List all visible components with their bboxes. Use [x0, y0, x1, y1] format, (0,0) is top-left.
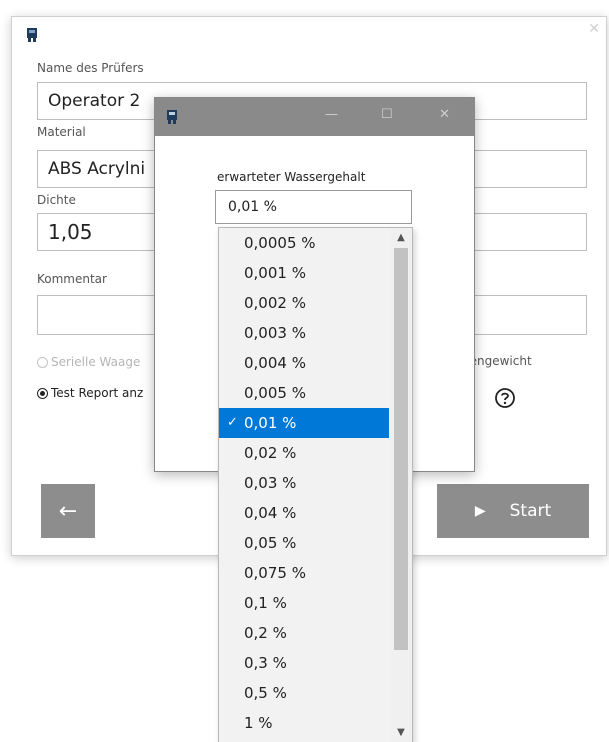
maximize-icon[interactable]: ☐ — [381, 107, 393, 122]
minimize-icon[interactable]: — — [325, 107, 338, 122]
dialog-close-icon[interactable]: ✕ — [439, 107, 450, 122]
dropdown-option[interactable]: 0,004 % — [219, 348, 389, 378]
water-content-dropdown[interactable]: 0,0005 % 0,001 % 0,002 % 0,003 % 0,004 % 0,00… — [218, 227, 413, 742]
help-icon[interactable] — [494, 387, 516, 409]
radio-dot-checked-icon — [37, 387, 48, 399]
dropdown-option[interactable]: 0,005 % — [219, 378, 389, 408]
dropdown-option-label: 0,075 % — [244, 564, 306, 582]
radio-serial-scale[interactable]: Serielle Waage — [37, 355, 140, 369]
dropdown-option-label: 0,01 % — [244, 414, 297, 432]
radio-serial-label: Serielle Waage — [51, 355, 141, 369]
radio-test-report[interactable]: Test Report anz — [37, 386, 143, 400]
scrollbar-thumb[interactable] — [394, 248, 408, 650]
dropdown-option-label: 0,2 % — [244, 624, 287, 642]
dropdown-option-label: 0,1 % — [244, 594, 287, 612]
dropdown-option-label: 0,05 % — [244, 534, 297, 552]
dropdown-option[interactable]: 0,3 % — [219, 648, 389, 678]
scroll-down-icon[interactable]: ▼ — [390, 727, 412, 738]
dropdown-option-label: 0,3 % — [244, 654, 287, 672]
name-label: Name des Prüfers — [37, 61, 144, 75]
dropdown-option-label: 0,001 % — [244, 264, 306, 282]
dropdown-option[interactable]: 0,0005 % — [219, 228, 389, 258]
dropdown-scrollbar[interactable]: ▲ ▼ — [390, 228, 412, 742]
dropdown-option-label: 0,005 % — [244, 384, 306, 402]
dropdown-option-label: 0,02 % — [244, 444, 297, 462]
water-content-label: erwarteter Wassergehalt — [217, 170, 366, 184]
dropdown-options: 0,0005 % 0,001 % 0,002 % 0,003 % 0,004 % 0,00… — [219, 228, 389, 738]
dropdown-option-label: 0,0005 % — [244, 234, 316, 252]
dropdown-option[interactable]: 0,03 % — [219, 468, 389, 498]
start-button[interactable]: ▶ Start — [437, 484, 589, 538]
dropdown-option[interactable]: 0,5 % — [219, 678, 389, 708]
comment-label: Kommentar — [37, 272, 107, 286]
density-label: Dichte — [37, 193, 76, 207]
play-icon: ▶ — [474, 503, 486, 519]
dropdown-option[interactable]: 0,2 % — [219, 618, 389, 648]
scroll-up-icon[interactable]: ▲ — [390, 232, 412, 243]
dropdown-option[interactable]: 0,05 % — [219, 528, 389, 558]
dropdown-option-label: 0,03 % — [244, 474, 297, 492]
close-icon[interactable]: ✕ — [588, 21, 600, 37]
checkmark-icon: ✓ — [227, 415, 238, 430]
material-label: Material — [37, 125, 86, 139]
dropdown-option-label: 1 % — [244, 714, 273, 732]
app-icon — [27, 28, 37, 42]
water-content-select[interactable]: 0,01 % — [215, 190, 412, 224]
dropdown-option[interactable]: 0,02 % — [219, 438, 389, 468]
dialog-app-icon — [167, 110, 177, 124]
dropdown-option-selected[interactable]: ✓ 0,01 % — [219, 408, 389, 438]
arrow-left-icon: ← — [58, 498, 78, 524]
dropdown-option[interactable]: 0,003 % — [219, 318, 389, 348]
dropdown-option[interactable]: 0,1 % — [219, 588, 389, 618]
dropdown-option-label: 0,003 % — [244, 324, 306, 342]
dropdown-option-label: 0,002 % — [244, 294, 306, 312]
dropdown-option[interactable]: 1 % — [219, 708, 389, 738]
back-button[interactable]: ← — [41, 484, 95, 538]
dropdown-option-label: 0,004 % — [244, 354, 306, 372]
start-label: Start — [509, 501, 552, 521]
dropdown-option[interactable]: 0,075 % — [219, 558, 389, 588]
dropdown-option[interactable]: 0,001 % — [219, 258, 389, 288]
radio-dot-icon — [37, 356, 48, 368]
dropdown-option-label: 0,04 % — [244, 504, 297, 522]
radio-report-label: Test Report anz — [51, 386, 144, 400]
dialog-titlebar[interactable]: — ☐ ✕ — [155, 98, 474, 136]
dropdown-option-label: 0,5 % — [244, 684, 287, 702]
dropdown-option[interactable]: 0,04 % — [219, 498, 389, 528]
dropdown-option[interactable]: 0,002 % — [219, 288, 389, 318]
